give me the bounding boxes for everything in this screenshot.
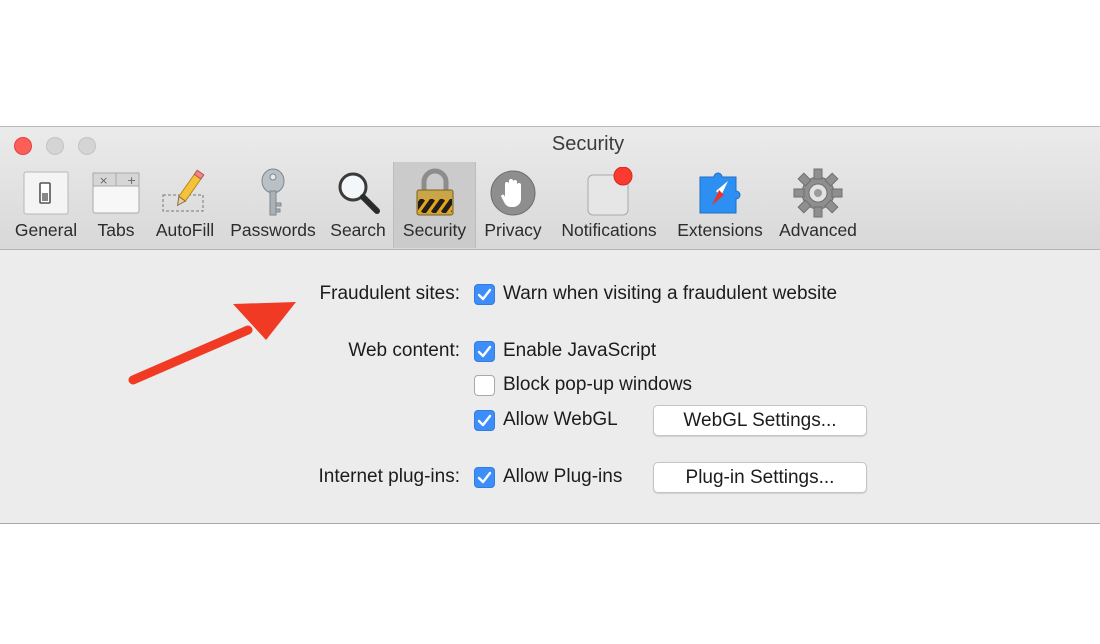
fraudulent-sites-label: Fraudulent sites: xyxy=(319,283,460,304)
fraudulent-warning-checkbox[interactable] xyxy=(474,284,495,305)
allow-webgl-checkbox[interactable] xyxy=(474,410,495,431)
allow-plugins-checkbox[interactable] xyxy=(474,467,495,488)
hand-icon xyxy=(487,167,539,219)
gear-icon xyxy=(792,167,844,219)
tab-label: Passwords xyxy=(230,220,316,240)
tab-tabs[interactable]: × + Tabs xyxy=(86,162,146,248)
key-icon xyxy=(247,167,299,219)
block-popups-label[interactable]: Block pop-up windows xyxy=(503,374,692,396)
tab-label: Privacy xyxy=(484,220,542,240)
tab-notifications[interactable]: Notifications xyxy=(553,162,665,248)
tab-privacy[interactable]: Privacy xyxy=(480,162,546,248)
svg-text:+: + xyxy=(127,174,136,187)
tab-security[interactable]: Security xyxy=(393,162,476,248)
checkmark-icon xyxy=(477,345,492,358)
tab-label: Advanced xyxy=(779,220,857,240)
web-content-label: Web content: xyxy=(348,340,460,361)
tab-passwords[interactable]: Passwords xyxy=(226,162,320,248)
tab-label: AutoFill xyxy=(155,220,215,240)
tab-search[interactable]: Search xyxy=(326,162,390,248)
tab-autofill[interactable]: AutoFill xyxy=(150,162,220,248)
pencil-icon xyxy=(159,167,211,219)
notification-badge-icon xyxy=(583,167,635,219)
window-title: Security xyxy=(551,133,625,155)
tab-label: General xyxy=(14,220,78,240)
title-bar: Security General × + Tabs AutoFill Passw… xyxy=(0,127,1100,250)
fraudulent-warning-label[interactable]: Warn when visiting a fraudulent website xyxy=(503,283,837,305)
checkmark-icon xyxy=(477,471,492,484)
magnifier-icon xyxy=(332,167,384,219)
enable-javascript-checkbox[interactable] xyxy=(474,341,495,362)
tab-label: Tabs xyxy=(97,220,135,240)
puzzle-compass-icon xyxy=(694,167,746,219)
svg-text:×: × xyxy=(99,174,108,187)
tab-advanced[interactable]: Advanced xyxy=(774,162,862,248)
tab-general[interactable]: General xyxy=(8,162,84,248)
tab-label: Extensions xyxy=(677,220,763,240)
tab-label: Security xyxy=(402,220,467,240)
checkmark-icon xyxy=(477,414,492,427)
tab-label: Search xyxy=(330,220,386,240)
block-popups-checkbox[interactable] xyxy=(474,375,495,396)
webgl-settings-button[interactable]: WebGL Settings... xyxy=(653,405,867,436)
padlock-icon xyxy=(409,167,461,219)
tabs-icon: × + xyxy=(90,167,142,219)
checkmark-icon xyxy=(477,288,492,301)
general-switch-icon xyxy=(20,167,72,219)
internet-plugins-label: Internet plug-ins: xyxy=(318,466,460,487)
tab-extensions[interactable]: Extensions xyxy=(671,162,769,248)
tab-label: Notifications xyxy=(561,220,657,240)
enable-javascript-label[interactable]: Enable JavaScript xyxy=(503,340,656,362)
preferences-window: Security General × + Tabs AutoFill Passw… xyxy=(0,126,1100,524)
allow-plugins-label[interactable]: Allow Plug-ins xyxy=(503,466,622,488)
plugin-settings-button[interactable]: Plug-in Settings... xyxy=(653,462,867,493)
allow-webgl-label[interactable]: Allow WebGL xyxy=(503,409,618,431)
